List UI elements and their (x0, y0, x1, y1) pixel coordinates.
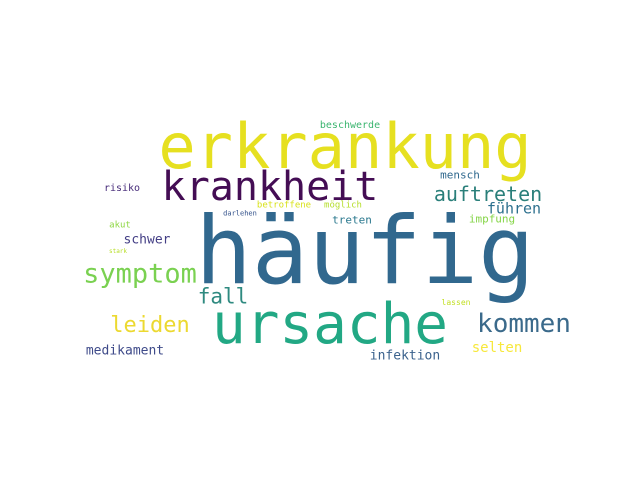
word-kommen: kommen (477, 309, 571, 339)
word-infektion: infektion (369, 348, 441, 364)
word-akut: akut (109, 220, 131, 231)
word-fall: fall (197, 284, 249, 309)
word-stark: stark (108, 248, 128, 255)
word-impfung: impfung (468, 212, 516, 226)
word-betroffene: betroffene (256, 200, 312, 211)
word-moeglich: möglich (324, 200, 362, 211)
word-treten: treten (332, 213, 372, 227)
word-cloud: häufig erkrankung ursache krankheit symp… (80, 112, 571, 368)
word-medikament: medikament (85, 343, 165, 359)
word-selten: selten (471, 340, 523, 356)
word-schwer: schwer (123, 232, 171, 248)
word-leiden: leiden (110, 313, 190, 338)
word-darlehen: darlehen (223, 209, 257, 218)
word-risiko: risiko (103, 183, 141, 194)
word-lassen: lassen (441, 298, 471, 307)
word-cloud-canvas: häufig erkrankung ursache krankheit symp… (0, 0, 640, 480)
word-symptom: symptom (83, 258, 197, 290)
word-beschwerde: beschwerde (319, 120, 381, 131)
word-mensch: mensch (440, 168, 480, 182)
